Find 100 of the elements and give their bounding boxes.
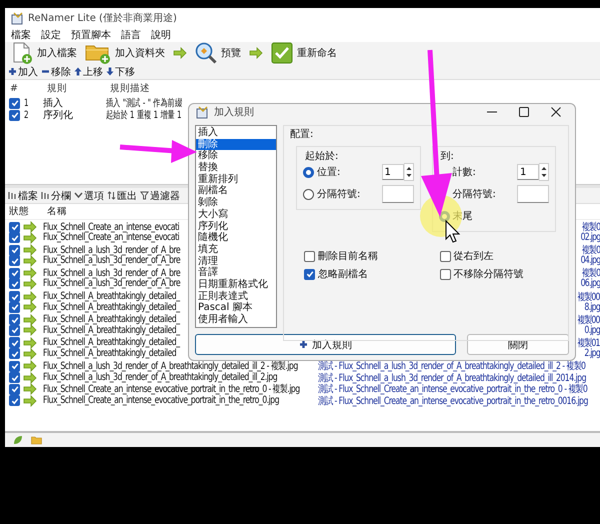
list-item[interactable]: 日期重新格式化 — [196, 278, 276, 291]
list-item[interactable]: 副檔名 — [196, 185, 276, 198]
group-label: 起始於: — [305, 150, 338, 163]
menu-item[interactable]: 設定 — [41, 28, 61, 42]
maximize-icon[interactable] — [519, 107, 529, 117]
list-item[interactable]: 隨機化 — [196, 232, 276, 244]
checkbox-label[interactable]: 從右到左 — [454, 249, 494, 263]
list-item[interactable]: 重新排列 — [196, 174, 276, 186]
window-title: 加入規則 — [214, 106, 255, 119]
checkbox[interactable] — [440, 250, 450, 262]
radio-button[interactable] — [303, 166, 314, 178]
table-cell-text: 複製00 — [578, 290, 600, 303]
toolbar-button[interactable]: 預覽 — [193, 42, 243, 64]
toolbar-button[interactable]: 選項 — [74, 188, 104, 202]
column-header[interactable]: 規則描述 — [106, 82, 600, 94]
cursor-icon — [446, 220, 460, 243]
column-header[interactable]: 狀態 — [5, 205, 43, 218]
menu-item[interactable]: 檔案 — [11, 28, 31, 42]
table-cell: 8.jpg — [584, 302, 600, 313]
spin-field[interactable]: 1 — [382, 164, 404, 180]
toolbar-button[interactable]: 加入資料夾 — [83, 42, 167, 64]
list-item[interactable]: Pascal 腳本 — [196, 302, 276, 314]
table-cell-text: 測試 - Flux_Schnell_a_lush_3d_render_of_A_breathtakingly_detailed_ill_2 - 複製0 — [318, 360, 586, 372]
table-cell-text: 測試 - Flux_Schnell_a_lush_3d_render_of_A_breathtakingly_detailed_ill_2014.jpg — [318, 372, 586, 384]
checkbox[interactable] — [9, 98, 20, 108]
chevron-icon — [74, 191, 83, 200]
list-item[interactable]: 剝除 — [196, 197, 276, 209]
arrow-right-icon — [23, 221, 37, 233]
option-label[interactable]: 分隔符號: — [452, 187, 514, 201]
checkbox[interactable] — [440, 268, 450, 280]
column-header[interactable]: # — [5, 82, 43, 94]
checkbox[interactable] — [9, 324, 20, 336]
menu-item[interactable]: 語言 — [121, 28, 141, 42]
list-item[interactable]: 填充 — [196, 244, 276, 256]
stepper-icon[interactable] — [404, 163, 414, 181]
toolbar-button[interactable]: 重新命名 — [269, 42, 339, 64]
list-item[interactable]: 序列化 — [196, 220, 276, 232]
checkbox[interactable] — [9, 232, 20, 244]
toolbar-button[interactable]: 下移 — [106, 64, 135, 78]
input-field[interactable] — [517, 185, 549, 203]
table-cell-text: 複製0 — [582, 266, 600, 280]
checkbox[interactable] — [9, 222, 20, 232]
toolbar-button[interactable]: 過濾器 — [140, 188, 180, 202]
arrow-right-icon — [23, 336, 37, 349]
list-item[interactable]: 正則表達式 — [196, 290, 276, 302]
table-cell: 2 — [24, 110, 29, 120]
input-field[interactable] — [382, 185, 414, 203]
table-cell: Flux_Schnell_a_lush_3d_render_of_A_breathtakingly_detailed_ill_2.jpg — [43, 372, 278, 384]
list-item[interactable]: 插入 — [196, 127, 276, 139]
toolbar-button[interactable]: 匯出 — [107, 188, 137, 202]
table-cell-text: 複製01 — [578, 336, 600, 349]
checkbox[interactable] — [9, 360, 20, 372]
checkbox[interactable] — [9, 255, 20, 266]
checkbox[interactable] — [9, 337, 20, 348]
checkbox[interactable] — [9, 278, 20, 290]
arrows-icon — [107, 191, 116, 200]
list-item[interactable]: 清理 — [196, 256, 276, 268]
table-cell: Flux_Schnell_A_breathtakingly_detailed — [43, 348, 176, 360]
arrow-right-icon — [23, 372, 37, 384]
table-cell: Flux_Schnell_A_breathtakingly_detailed_ — [43, 324, 180, 336]
checkbox[interactable] — [9, 395, 20, 406]
list-item[interactable]: 替換 — [196, 162, 276, 174]
table-cell: Flux_Schnell_A_breathtakingly_detailed_ — [43, 314, 180, 326]
list-item[interactable]: 刪除 — [196, 138, 276, 150]
checkbox[interactable] — [9, 244, 20, 256]
checkbox[interactable] — [9, 268, 20, 279]
option-label[interactable]: 分隔符號: — [317, 187, 378, 201]
menu-item[interactable]: 預置腳本 — [71, 28, 111, 42]
list-item[interactable]: 移除 — [196, 150, 276, 162]
list-item[interactable]: 音譯 — [196, 267, 276, 279]
toolbar-button[interactable]: 上移 — [74, 64, 103, 78]
checkbox[interactable] — [9, 384, 20, 395]
menu-item[interactable]: 說明 — [151, 28, 171, 42]
spin-field[interactable]: 1 — [517, 164, 539, 180]
checkbox[interactable] — [9, 110, 20, 120]
toolbar-button[interactable]: 分欄 — [41, 188, 71, 202]
close-icon[interactable] — [551, 107, 561, 117]
checkbox-label[interactable]: 忽略副檔名 — [318, 267, 368, 281]
toolbar-button[interactable]: 移除 — [41, 64, 71, 78]
stepper-icon[interactable] — [539, 163, 549, 181]
checkbox[interactable] — [9, 372, 20, 384]
toolbar-button[interactable]: 檔案 — [8, 188, 38, 202]
column-header[interactable]: 規則 — [43, 82, 106, 94]
checkbox[interactable] — [9, 291, 20, 302]
checkbox[interactable] — [304, 268, 315, 280]
arrow-right-icon — [23, 267, 37, 280]
list-item[interactable]: 大小寫 — [196, 208, 276, 220]
table-cell-text: 插入 — [43, 96, 63, 110]
radio-button[interactable] — [303, 188, 314, 200]
option-label[interactable]: 計數: — [452, 165, 514, 179]
checkbox-label[interactable]: 刪除目前名稱 — [318, 249, 378, 263]
checkbox[interactable] — [9, 348, 20, 360]
checkbox[interactable] — [304, 250, 315, 262]
checkbox[interactable] — [9, 314, 20, 326]
checkbox-label[interactable]: 不移除分隔符號 — [454, 267, 524, 281]
toolbar-button[interactable]: 加入檔案 — [9, 42, 79, 64]
list-item[interactable]: 使用者輸入 — [196, 314, 276, 326]
toolbar-button[interactable]: 加入 — [8, 64, 38, 78]
option-label[interactable]: 位置: — [317, 165, 378, 179]
checkbox[interactable] — [9, 302, 20, 313]
